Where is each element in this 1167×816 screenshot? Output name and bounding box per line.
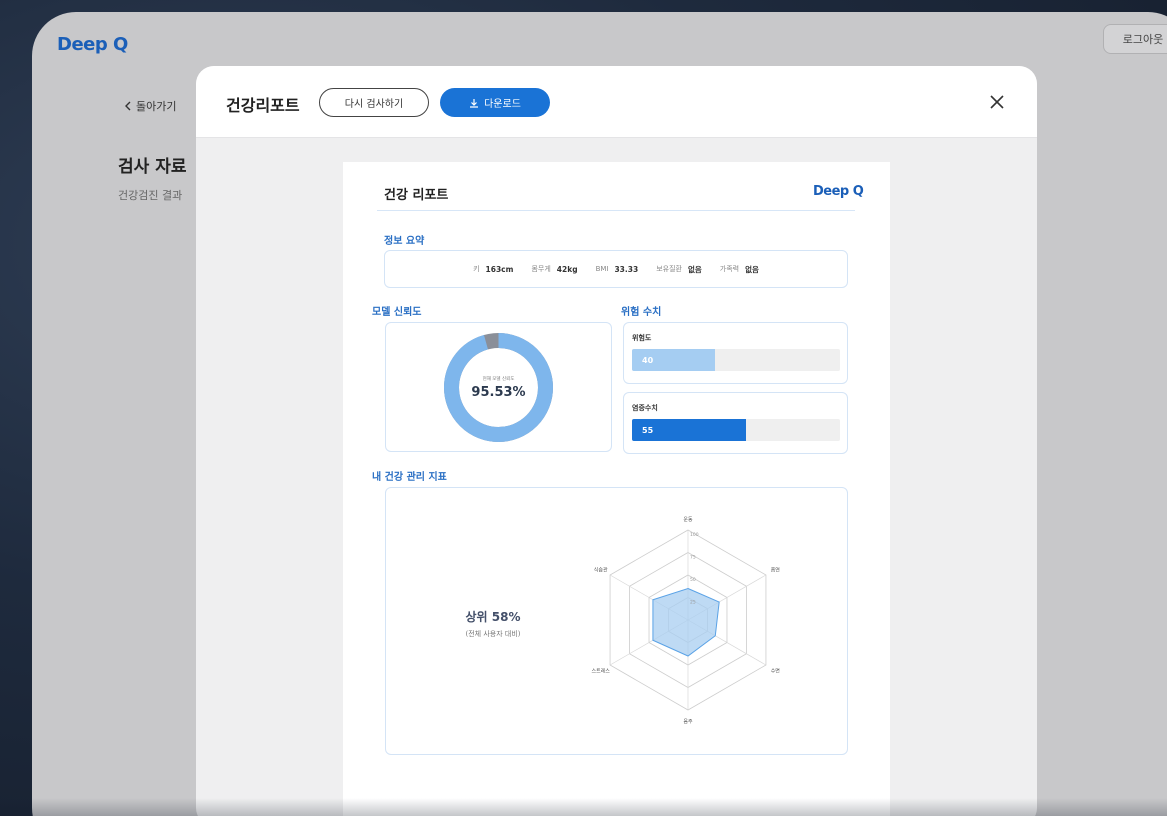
close-icon: [990, 95, 1004, 109]
rank-value: 상위 58%: [465, 610, 521, 624]
summary-label: 키: [473, 265, 480, 273]
modal-title: 건강리포트: [226, 96, 300, 115]
summary-label: BMI: [595, 265, 609, 273]
rank-block: 상위 58% (전체 사용자 대비): [438, 608, 548, 639]
radar-axis-label: 음주: [683, 719, 693, 725]
confidence-value: 95.53%: [471, 384, 526, 400]
page-subtitle: 건강검진 결과: [118, 189, 183, 202]
donut-caption: 현재 모델 신뢰도: [482, 376, 515, 382]
radar-scale-label: 100: [690, 532, 699, 538]
chevron-left-icon: [125, 101, 131, 111]
risk-bar-fill: 40: [632, 349, 716, 371]
radar-axis-label: 흡연: [771, 567, 781, 574]
summary-section-label: 정보 요약: [384, 236, 425, 247]
report-title: 건강 리포트: [384, 188, 449, 203]
summary-value: 163cm: [485, 264, 514, 274]
inflammation-bar-track: 55: [632, 419, 840, 441]
download-label: 다운로드: [484, 99, 521, 110]
confidence-card: 현재 모델 신뢰도 95.53%: [385, 322, 612, 452]
risk-label: 위험도: [632, 334, 652, 342]
back-label: 돌아가기: [136, 100, 177, 113]
donut-center: 현재 모델 신뢰도 95.53%: [441, 330, 556, 445]
health-index-card: 100 75 50 25 운동흡연수면음주 스트레스 식습관 상위 58% (전체 사용자 …: [385, 487, 848, 755]
summary-card: 키 163cm 몸무게 42kg BMI 33.33 보유질환 없음 가족력 없음: [384, 250, 848, 288]
risk-card-1: 위험도 40: [623, 322, 848, 384]
risk-bar-track: 40: [632, 349, 840, 371]
summary-item: 가족력 없음: [720, 264, 759, 275]
summary-label: 가족력: [719, 265, 740, 273]
risk-card-2: 염증수치 55: [623, 392, 848, 454]
summary-value: 33.33: [614, 264, 639, 274]
download-button[interactable]: 다운로드: [440, 88, 550, 117]
report-logo: Deep Q: [813, 184, 864, 199]
close-button[interactable]: [985, 90, 1009, 114]
app-logo[interactable]: Deep Q: [57, 34, 128, 55]
summary-item: BMI 33.33: [596, 265, 639, 274]
radar-scale-label: 75: [690, 555, 696, 561]
inflammation-label: 염증수치: [632, 404, 658, 412]
summary-item: 키 163cm: [473, 264, 513, 274]
radar-axis-label: 수면: [771, 667, 781, 674]
radar-scale-label: 25: [690, 600, 696, 606]
radar-axis-label: 운동: [683, 517, 693, 523]
modal-header: 건강리포트 다시 검사하기 다운로드: [196, 66, 1037, 138]
health-section-label: 내 건강 관리 지표: [372, 472, 447, 483]
summary-label: 몸무게: [531, 265, 551, 273]
retest-button[interactable]: 다시 검사하기: [319, 88, 429, 117]
summary-label: 보유질환: [656, 265, 682, 273]
radar-scale-label: 50: [690, 577, 696, 583]
report-divider: [377, 210, 855, 211]
page-title: 검사 자료: [118, 157, 187, 177]
bottom-shade: [0, 798, 1167, 816]
summary-row: 키 163cm 몸무게 42kg BMI 33.33 보유질환 없음 가족력 없음: [385, 251, 847, 287]
summary-value: 없음: [687, 264, 702, 274]
logout-button[interactable]: 로그아웃: [1103, 24, 1167, 54]
back-link[interactable]: 돌아가기: [124, 98, 176, 114]
confidence-section-label: 모델 신뢰도: [372, 307, 422, 318]
report-modal: 건강리포트 다시 검사하기 다운로드 건강 리포트 Deep Q 정보 요약 키…: [196, 66, 1037, 816]
confidence-donut: 현재 모델 신뢰도 95.53%: [441, 330, 556, 445]
rank-caption: (전체 사용자 대비): [465, 630, 521, 638]
download-icon: [470, 98, 479, 108]
summary-item: 몸무게 42kg: [531, 264, 577, 274]
radar-axis-label: 식습관: [594, 567, 608, 574]
inflammation-bar-fill: 55: [632, 419, 747, 441]
summary-value: 42kg: [556, 264, 578, 274]
report-document: 건강 리포트 Deep Q 정보 요약 키 163cm 몸무게 42kg BMI 33.3…: [343, 162, 890, 816]
summary-value: 없음: [745, 264, 759, 274]
summary-item: 보유질환 없음: [656, 264, 702, 275]
radar-axis-label: 스트레스: [592, 667, 611, 674]
radar-data-area: [652, 587, 720, 657]
risk-section-label: 위험 수치: [621, 307, 662, 318]
